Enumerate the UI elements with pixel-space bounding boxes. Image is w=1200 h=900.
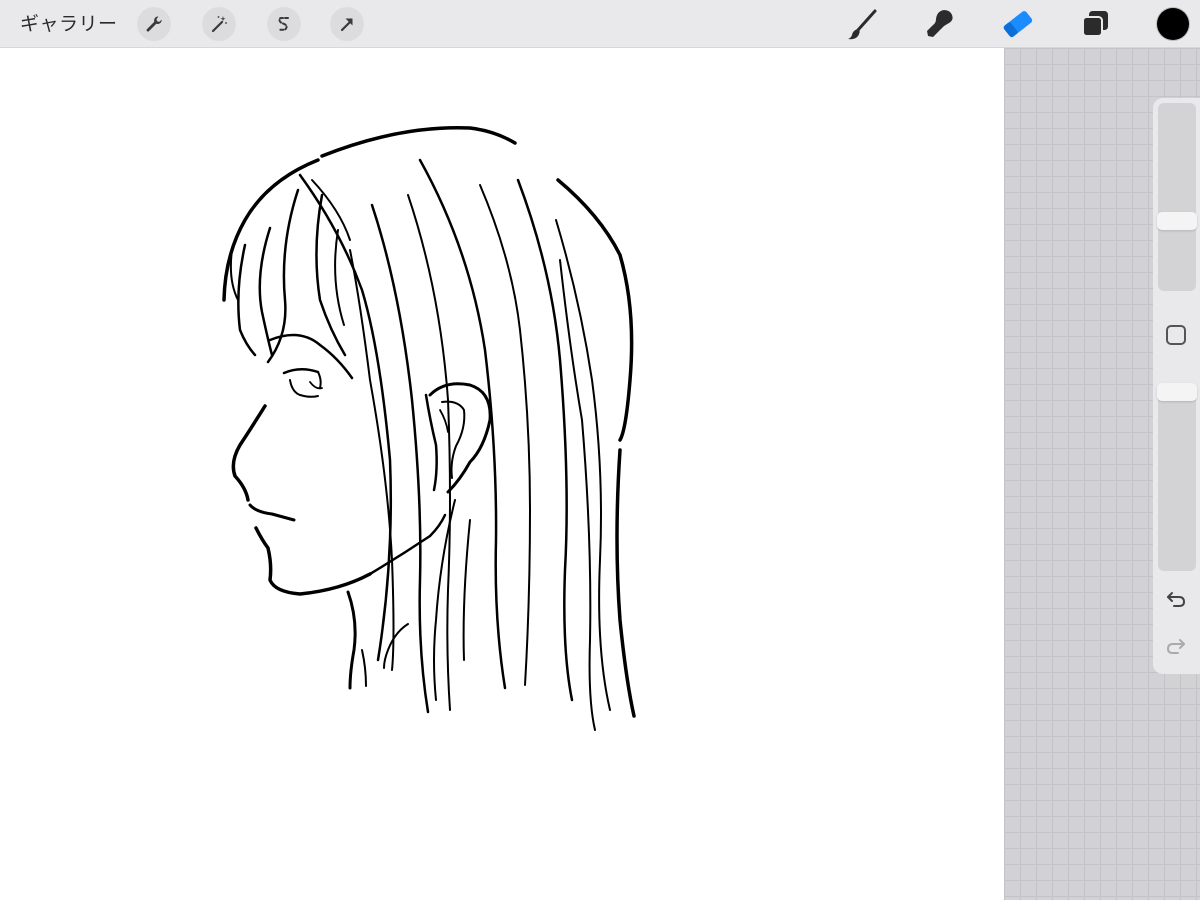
magic-wand-icon[interactable]: [202, 7, 236, 41]
undo-icon[interactable]: [1164, 587, 1188, 611]
gallery-button[interactable]: ギャラリー: [20, 12, 118, 36]
brush-size-slider[interactable]: [1158, 103, 1196, 291]
brush-size-slider-thumb[interactable]: [1157, 212, 1197, 230]
color-swatch[interactable]: [1157, 8, 1189, 40]
brush-icon[interactable]: [845, 6, 881, 42]
wrench-icon[interactable]: [137, 7, 171, 41]
eraser-icon[interactable]: [1000, 6, 1036, 42]
selection-s-icon[interactable]: [267, 7, 301, 41]
square-modifier-icon[interactable]: [1166, 325, 1186, 345]
layers-icon[interactable]: [1077, 6, 1113, 42]
top-toolbar: ギャラリー: [0, 0, 1200, 48]
arrow-cursor-icon[interactable]: [330, 7, 364, 41]
smudge-icon[interactable]: [922, 6, 958, 42]
opacity-slider[interactable]: [1158, 383, 1196, 571]
redo-icon[interactable]: [1164, 634, 1188, 658]
drawing-canvas[interactable]: [0, 48, 1004, 900]
opacity-slider-thumb[interactable]: [1157, 383, 1197, 401]
